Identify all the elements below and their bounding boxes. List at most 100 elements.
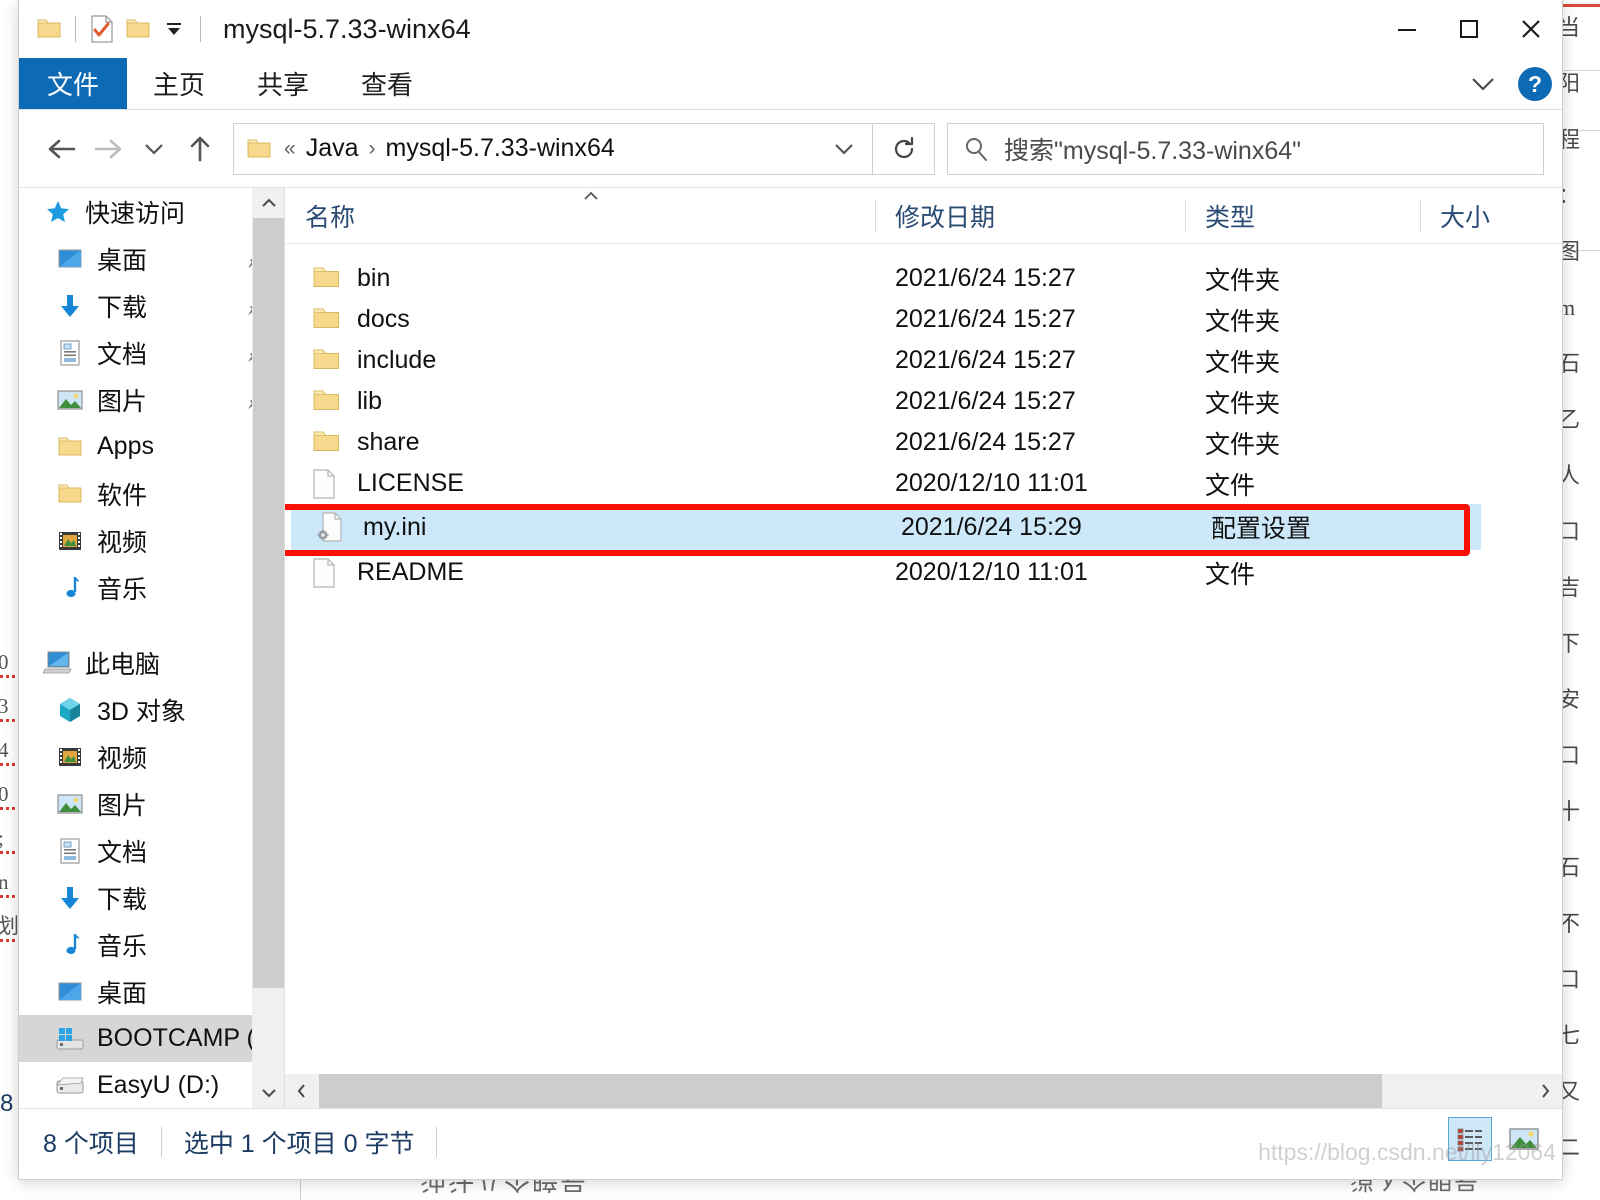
- table-row[interactable]: lib 2021/6/24 15:27 文件夹: [285, 381, 1562, 422]
- cell-type: 文件夹: [1205, 348, 1281, 377]
- sidebar-item-pictures[interactable]: 图片: [19, 376, 284, 423]
- table-row[interactable]: share 2021/6/24 15:27 文件夹: [285, 422, 1562, 463]
- table-row[interactable]: my.ini 2021/6/24 15:29 配置设置: [291, 504, 1481, 550]
- file-list-pane: 名称 修改日期 类型 大小 bin 2021/6/24 15:27 文件夹 do…: [285, 188, 1562, 1108]
- column-header-size[interactable]: 大小: [1420, 188, 1560, 244]
- sidebar-item-easyu-d[interactable]: EasyU (D:): [19, 1062, 284, 1108]
- file-name: bin: [357, 264, 391, 292]
- highlighted-row-wrapper: my.ini 2021/6/24 15:29 配置设置: [285, 504, 1562, 556]
- scroll-down-icon[interactable]: [253, 1078, 284, 1108]
- pictures-icon: [55, 385, 85, 415]
- tab-file[interactable]: 文件: [19, 58, 128, 109]
- table-row[interactable]: LICENSE 2020/12/10 11:01 文件: [285, 463, 1562, 504]
- sidebar-item-bootcamp-c[interactable]: BOOTCAMP (C:: [19, 1015, 284, 1062]
- window-title: mysql-5.7.33-winx64: [223, 13, 471, 44]
- scroll-up-icon[interactable]: [253, 188, 284, 218]
- breadcrumb-overflow[interactable]: «: [280, 137, 300, 161]
- sidebar-item-downloads-pc[interactable]: 下载: [19, 874, 284, 921]
- close-button[interactable]: [1500, 0, 1562, 58]
- sidebar-item-software[interactable]: 软件: [19, 470, 284, 517]
- download-icon: [55, 291, 85, 321]
- customize-dropdown-icon[interactable]: [156, 11, 192, 47]
- tab-share[interactable]: 共享: [231, 58, 335, 109]
- refresh-button[interactable]: [873, 122, 935, 175]
- sidebar-item-documents[interactable]: 文档: [19, 329, 284, 376]
- column-header-date-modified[interactable]: 修改日期: [875, 188, 1185, 244]
- search-input[interactable]: 搜索"mysql-5.7.33-winx64": [1004, 131, 1301, 167]
- sort-ascending-icon: [581, 190, 601, 202]
- scroll-left-icon[interactable]: [285, 1074, 319, 1108]
- help-icon[interactable]: ?: [1518, 67, 1552, 101]
- breadcrumb-item-java[interactable]: Java: [300, 134, 365, 163]
- status-item-count: 8 个项目: [43, 1129, 139, 1158]
- scrollbar-thumb[interactable]: [319, 1074, 1382, 1108]
- chevron-down-icon[interactable]: [1462, 63, 1504, 105]
- chevron-down-icon[interactable]: [824, 141, 864, 157]
- folder-icon: [311, 264, 341, 294]
- sidebar-item-videos[interactable]: 视频: [19, 517, 284, 564]
- sidebar-item-desktop-pc[interactable]: 桌面: [19, 968, 284, 1015]
- sidebar-item-music[interactable]: 音乐: [19, 564, 284, 611]
- breadcrumb-item-current[interactable]: mysql-5.7.33-winx64: [380, 134, 621, 163]
- sidebar-item-apps[interactable]: Apps: [19, 423, 284, 470]
- horizontal-scrollbar[interactable]: [285, 1074, 1562, 1108]
- column-headers: 名称 修改日期 类型 大小: [285, 188, 1562, 244]
- sidebar-item-label: 图片: [97, 791, 148, 820]
- ribbon-tab-bar: 文件 主页 共享 查看 ?: [19, 58, 1562, 110]
- sidebar-item-label: 文档: [97, 838, 148, 867]
- sidebar-item-documents-pc[interactable]: 文档: [19, 827, 284, 874]
- file-name: README: [357, 558, 464, 586]
- search-box[interactable]: 搜索"mysql-5.7.33-winx64": [947, 122, 1544, 175]
- videos-icon: [55, 742, 85, 772]
- properties-icon[interactable]: [84, 11, 120, 47]
- table-row[interactable]: docs 2021/6/24 15:27 文件夹: [285, 299, 1562, 340]
- scrollbar-track[interactable]: [319, 1074, 1528, 1108]
- column-header-name[interactable]: 名称: [285, 188, 875, 244]
- column-header-type[interactable]: 类型: [1185, 188, 1420, 244]
- cell-type: 文件: [1205, 560, 1256, 589]
- cell-name: share: [285, 422, 875, 463]
- details-view-icon[interactable]: [1448, 1117, 1492, 1161]
- sidebar-item-label: Apps: [97, 432, 154, 460]
- folder-icon[interactable]: [31, 11, 67, 47]
- cell-name: bin: [285, 258, 875, 299]
- sidebar-item-videos-pc[interactable]: 视频: [19, 733, 284, 780]
- up-button[interactable]: [177, 126, 223, 172]
- ini-file-icon: [317, 512, 347, 542]
- this-pc-icon: [43, 648, 73, 678]
- sidebar-item-label: 文档: [97, 340, 148, 369]
- cell-name: include: [285, 340, 875, 381]
- sidebar-item-pictures-pc[interactable]: 图片: [19, 780, 284, 827]
- tab-home[interactable]: 主页: [127, 58, 231, 109]
- recent-locations-button[interactable]: [131, 126, 177, 172]
- table-row[interactable]: bin 2021/6/24 15:27 文件夹: [285, 258, 1562, 299]
- maximize-button[interactable]: [1438, 0, 1500, 58]
- new-folder-icon[interactable]: [120, 11, 156, 47]
- toolbar-separator: [200, 16, 201, 42]
- cell-date-modified: 2020/12/10 11:01: [895, 558, 1088, 586]
- cell-name: docs: [285, 299, 875, 340]
- breadcrumb-separator[interactable]: ›: [365, 137, 380, 161]
- sidebar-item-label: 软件: [97, 481, 148, 510]
- back-button[interactable]: [39, 126, 85, 172]
- sidebar-item-desktop[interactable]: 桌面: [19, 235, 284, 282]
- scroll-right-icon[interactable]: [1528, 1074, 1562, 1108]
- windows-drive-icon: [55, 1024, 85, 1054]
- table-row[interactable]: include 2021/6/24 15:27 文件夹: [285, 340, 1562, 381]
- sidebar-item-downloads[interactable]: 下载: [19, 282, 284, 329]
- file-icon: [311, 468, 341, 499]
- table-row[interactable]: README 2020/12/10 11:01 文件: [285, 552, 1562, 593]
- background-right-text: 当阳程：图 m 石乙人口吉下安口十石不口七又二: [1558, 15, 1581, 1160]
- sidebar-item-music-pc[interactable]: 音乐: [19, 921, 284, 968]
- sidebar-item-3d-objects[interactable]: 3D 对象: [19, 686, 284, 733]
- sidebar-group-quick-access[interactable]: 快速访问: [19, 188, 284, 235]
- tab-view[interactable]: 查看: [335, 58, 439, 109]
- minimize-button[interactable]: [1376, 0, 1438, 58]
- large-icons-view-icon[interactable]: [1502, 1117, 1546, 1161]
- navigation-pane-scrollbar[interactable]: [252, 188, 284, 1108]
- explorer-body: 快速访问 桌面 下载 文档 图片 Apps 软件 视频 音乐 此电脑 3D 对象…: [19, 188, 1562, 1108]
- scrollbar-thumb[interactable]: [253, 218, 284, 988]
- sidebar-group-this-pc[interactable]: 此电脑: [19, 639, 284, 686]
- address-bar[interactable]: « Java › mysql-5.7.33-winx64: [233, 122, 873, 175]
- sidebar-item-label: 音乐: [97, 575, 148, 604]
